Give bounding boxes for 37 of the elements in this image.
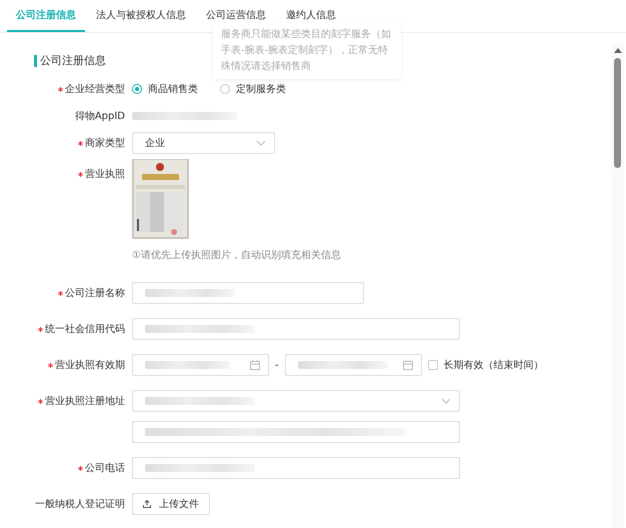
field-label: 统一社会信用代码 [45, 322, 125, 336]
section-title: 公司注册信息 [40, 53, 106, 68]
range-separator: - [275, 360, 279, 370]
tooltip: 服务商只能做某些类目的刻字服务（如手表-腕表-腕表定制刻字），正常无特殊情况请选择销售商 [213, 23, 401, 79]
checkbox-label: 长期有效（结束时间） [444, 358, 544, 372]
field-label: 营业执照注册地址 [45, 394, 125, 408]
field-label: 营业执照有效期 [55, 358, 125, 372]
field-label: 公司注册名称 [65, 286, 125, 300]
select-value: 企业 [145, 136, 165, 150]
scroll-thumb[interactable] [614, 58, 621, 168]
date-field[interactable] [284, 354, 422, 376]
tab[interactable]: 法人与被授权人信息 [87, 0, 195, 32]
text-field[interactable] [132, 457, 460, 479]
hint-text: ①请优先上传执照图片，自动识别填充相关信息 [132, 248, 341, 262]
upload-button[interactable]: 上传文件 [132, 493, 210, 515]
date-field[interactable] [132, 354, 269, 376]
select-field[interactable] [132, 390, 460, 412]
chevron-down-icon [441, 398, 451, 404]
calendar-icon [250, 360, 260, 370]
scroll-up-icon[interactable] [614, 48, 622, 53]
radio-option[interactable]: 定制服务类 [220, 78, 286, 100]
field-label: 公司电话 [85, 462, 125, 475]
chevron-down-icon [256, 140, 266, 146]
field-label: 商家类型 [85, 136, 125, 150]
text-field[interactable] [132, 318, 460, 340]
radio-option[interactable]: 商品销售类 [132, 78, 198, 100]
field-label: 营业执照 [85, 168, 125, 181]
upload-icon [143, 500, 151, 508]
calendar-icon [402, 360, 413, 370]
text-field[interactable] [132, 421, 460, 443]
checkbox[interactable] [428, 360, 438, 370]
select-field[interactable]: 企业 [132, 132, 275, 154]
field-label: 一般纳税人登记证明 [35, 498, 125, 511]
text-field[interactable] [132, 282, 364, 304]
scrollbar[interactable] [612, 43, 624, 528]
field-label: 得物AppID [74, 110, 125, 123]
field-label: 企业经营类型 [65, 82, 125, 96]
